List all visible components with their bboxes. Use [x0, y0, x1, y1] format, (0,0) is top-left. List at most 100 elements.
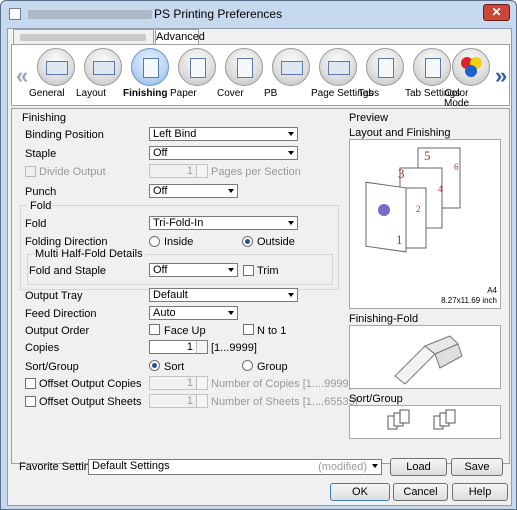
offset-sheets-input[interactable]: 1 — [149, 394, 208, 408]
nav-pb-label: PB — [264, 88, 278, 99]
load-label: Load — [406, 461, 431, 473]
favorite-setting-bar: Favorite Setting Default Settings (modif… — [11, 458, 510, 476]
window-title: PS Printing Preferences — [154, 7, 283, 21]
fold-value: Tri-Fold-In — [153, 217, 204, 229]
fold-select[interactable]: Tri-Fold-In — [149, 216, 298, 230]
nav-color-mode[interactable]: Color Mode — [444, 48, 498, 109]
sorted-copies-preview — [387, 409, 456, 430]
help-button[interactable]: Help — [452, 483, 508, 501]
spinner-icon[interactable] — [196, 377, 207, 389]
page-settings-icon — [319, 48, 357, 86]
chevron-down-icon — [372, 464, 378, 468]
n-to-1-checkbox[interactable] — [243, 324, 254, 335]
nav-cover[interactable]: Cover — [217, 48, 271, 106]
paper-dimensions-label: 8.27x11.69 inch — [441, 296, 497, 305]
sort-label: Sort — [164, 361, 185, 373]
offset-sheets-hint: Number of Sheets [1....65535] — [211, 396, 358, 408]
punch-value: Off — [153, 185, 168, 197]
fold-group-title: Fold — [28, 200, 54, 212]
sort-radio[interactable] — [149, 360, 160, 371]
tab-advanced[interactable]: Advanced — [155, 29, 205, 44]
trim-checkbox[interactable] — [243, 265, 254, 276]
staple-select[interactable]: Off — [149, 146, 298, 160]
nav-general[interactable]: General — [29, 48, 83, 106]
help-label: Help — [468, 486, 492, 498]
group-label: Group — [257, 361, 288, 373]
chevron-down-icon — [288, 132, 294, 136]
nav-finishing[interactable]: Finishing — [123, 48, 177, 106]
copies-value: 1 — [186, 341, 193, 353]
sort-group-preview-image — [349, 405, 501, 439]
feed-direction-label: Feed Direction — [25, 308, 97, 320]
offset-output-sheets-checkbox[interactable] — [25, 396, 36, 407]
cancel-button[interactable]: Cancel — [393, 483, 448, 501]
outside-label: Outside — [257, 236, 295, 248]
binding-position-label: Binding Position — [25, 129, 104, 141]
trim-label: Trim — [257, 265, 279, 277]
divide-output-checkbox[interactable] — [25, 166, 36, 177]
preview-panel: Preview Layout and Finishing 5 6 3 4 1 2 — [345, 109, 507, 459]
redacted-printer-name — [28, 10, 152, 19]
tabs-icon — [366, 48, 404, 86]
nav-paper[interactable]: Paper — [170, 48, 224, 106]
finishing-icon — [131, 48, 169, 86]
output-tray-label: Output Tray — [25, 290, 83, 302]
cover-icon — [225, 48, 263, 86]
finishing-fold-title: Finishing-Fold — [349, 313, 419, 325]
sort-group-preview-title: Sort/Group — [349, 393, 403, 405]
spinner-icon[interactable] — [196, 395, 207, 407]
binding-position-value: Left Bind — [153, 128, 197, 140]
ok-button[interactable]: OK — [330, 483, 390, 501]
nav-color-mode-label: Color Mode — [444, 88, 470, 109]
inside-radio[interactable] — [149, 236, 160, 247]
page-number-5: 5 — [424, 148, 431, 163]
feed-direction-select[interactable]: Auto — [149, 306, 238, 320]
fold-and-staple-label: Fold and Staple — [29, 265, 107, 277]
fold-and-staple-value: Off — [153, 264, 168, 276]
punch-select[interactable]: Off — [149, 184, 238, 198]
spinner-icon[interactable] — [196, 165, 207, 177]
fold-and-staple-select[interactable]: Off — [149, 263, 238, 277]
nav-pb[interactable]: PB — [264, 48, 318, 106]
nav-page-settings[interactable]: Page Settings — [311, 48, 373, 106]
staple-value: Off — [153, 147, 168, 159]
offset-sheets-value: 1 — [186, 395, 193, 407]
offset-copies-input[interactable]: 1 — [149, 376, 208, 390]
save-button[interactable]: Save — [451, 458, 503, 476]
punch-label: Punch — [25, 186, 57, 198]
function-icon-bar: « » General Layout Finishing Paper Cover — [11, 44, 510, 109]
copies-input[interactable]: 1 — [149, 340, 208, 354]
printing-preferences-window: PS Printing Preferences ✕ Advanced « » G… — [0, 0, 517, 510]
redacted-tab-label — [20, 34, 146, 41]
nav-tabs-label: Tabs — [358, 88, 380, 99]
outside-radio[interactable] — [242, 236, 253, 247]
nav-layout[interactable]: Layout — [76, 48, 130, 106]
nav-general-label: General — [29, 88, 65, 99]
spinner-icon[interactable] — [196, 341, 207, 353]
folded-pages-preview: 5 6 3 4 1 2 — [365, 147, 461, 253]
tab-printer-settings[interactable] — [13, 29, 154, 44]
layout-icon — [84, 48, 122, 86]
offset-output-copies-label: Offset Output Copies — [39, 378, 142, 390]
page-number-1: 1 — [396, 232, 403, 247]
staple-label: Staple — [25, 148, 57, 160]
favorite-setting-label: Favorite Setting — [19, 461, 97, 473]
title-bar[interactable]: PS Printing Preferences ✕ — [1, 1, 516, 27]
folding-direction-label: Folding Direction — [25, 236, 108, 248]
dialog-client-area: Advanced « » General Layout Finishing Pa… — [7, 28, 512, 506]
fold-preview-image — [349, 325, 501, 389]
nav-tabs[interactable]: Tabs — [358, 48, 412, 106]
close-button[interactable]: ✕ — [483, 4, 510, 21]
chevron-down-icon — [228, 189, 234, 193]
offset-output-copies-checkbox[interactable] — [25, 378, 36, 389]
favorite-setting-select[interactable]: Default Settings (modified) — [88, 459, 382, 475]
load-button[interactable]: Load — [390, 458, 447, 476]
pages-per-section-input[interactable]: 1 — [149, 164, 208, 178]
output-tray-select[interactable]: Default — [149, 288, 298, 302]
binding-position-select[interactable]: Left Bind — [149, 127, 298, 141]
face-up-checkbox[interactable] — [149, 324, 160, 335]
scroll-left-icon[interactable]: « — [16, 63, 28, 89]
finishing-panel: Finishing Binding Position Left Bind Sta… — [11, 108, 510, 464]
divide-output-label: Divide Output — [39, 166, 106, 178]
group-radio[interactable] — [242, 360, 253, 371]
